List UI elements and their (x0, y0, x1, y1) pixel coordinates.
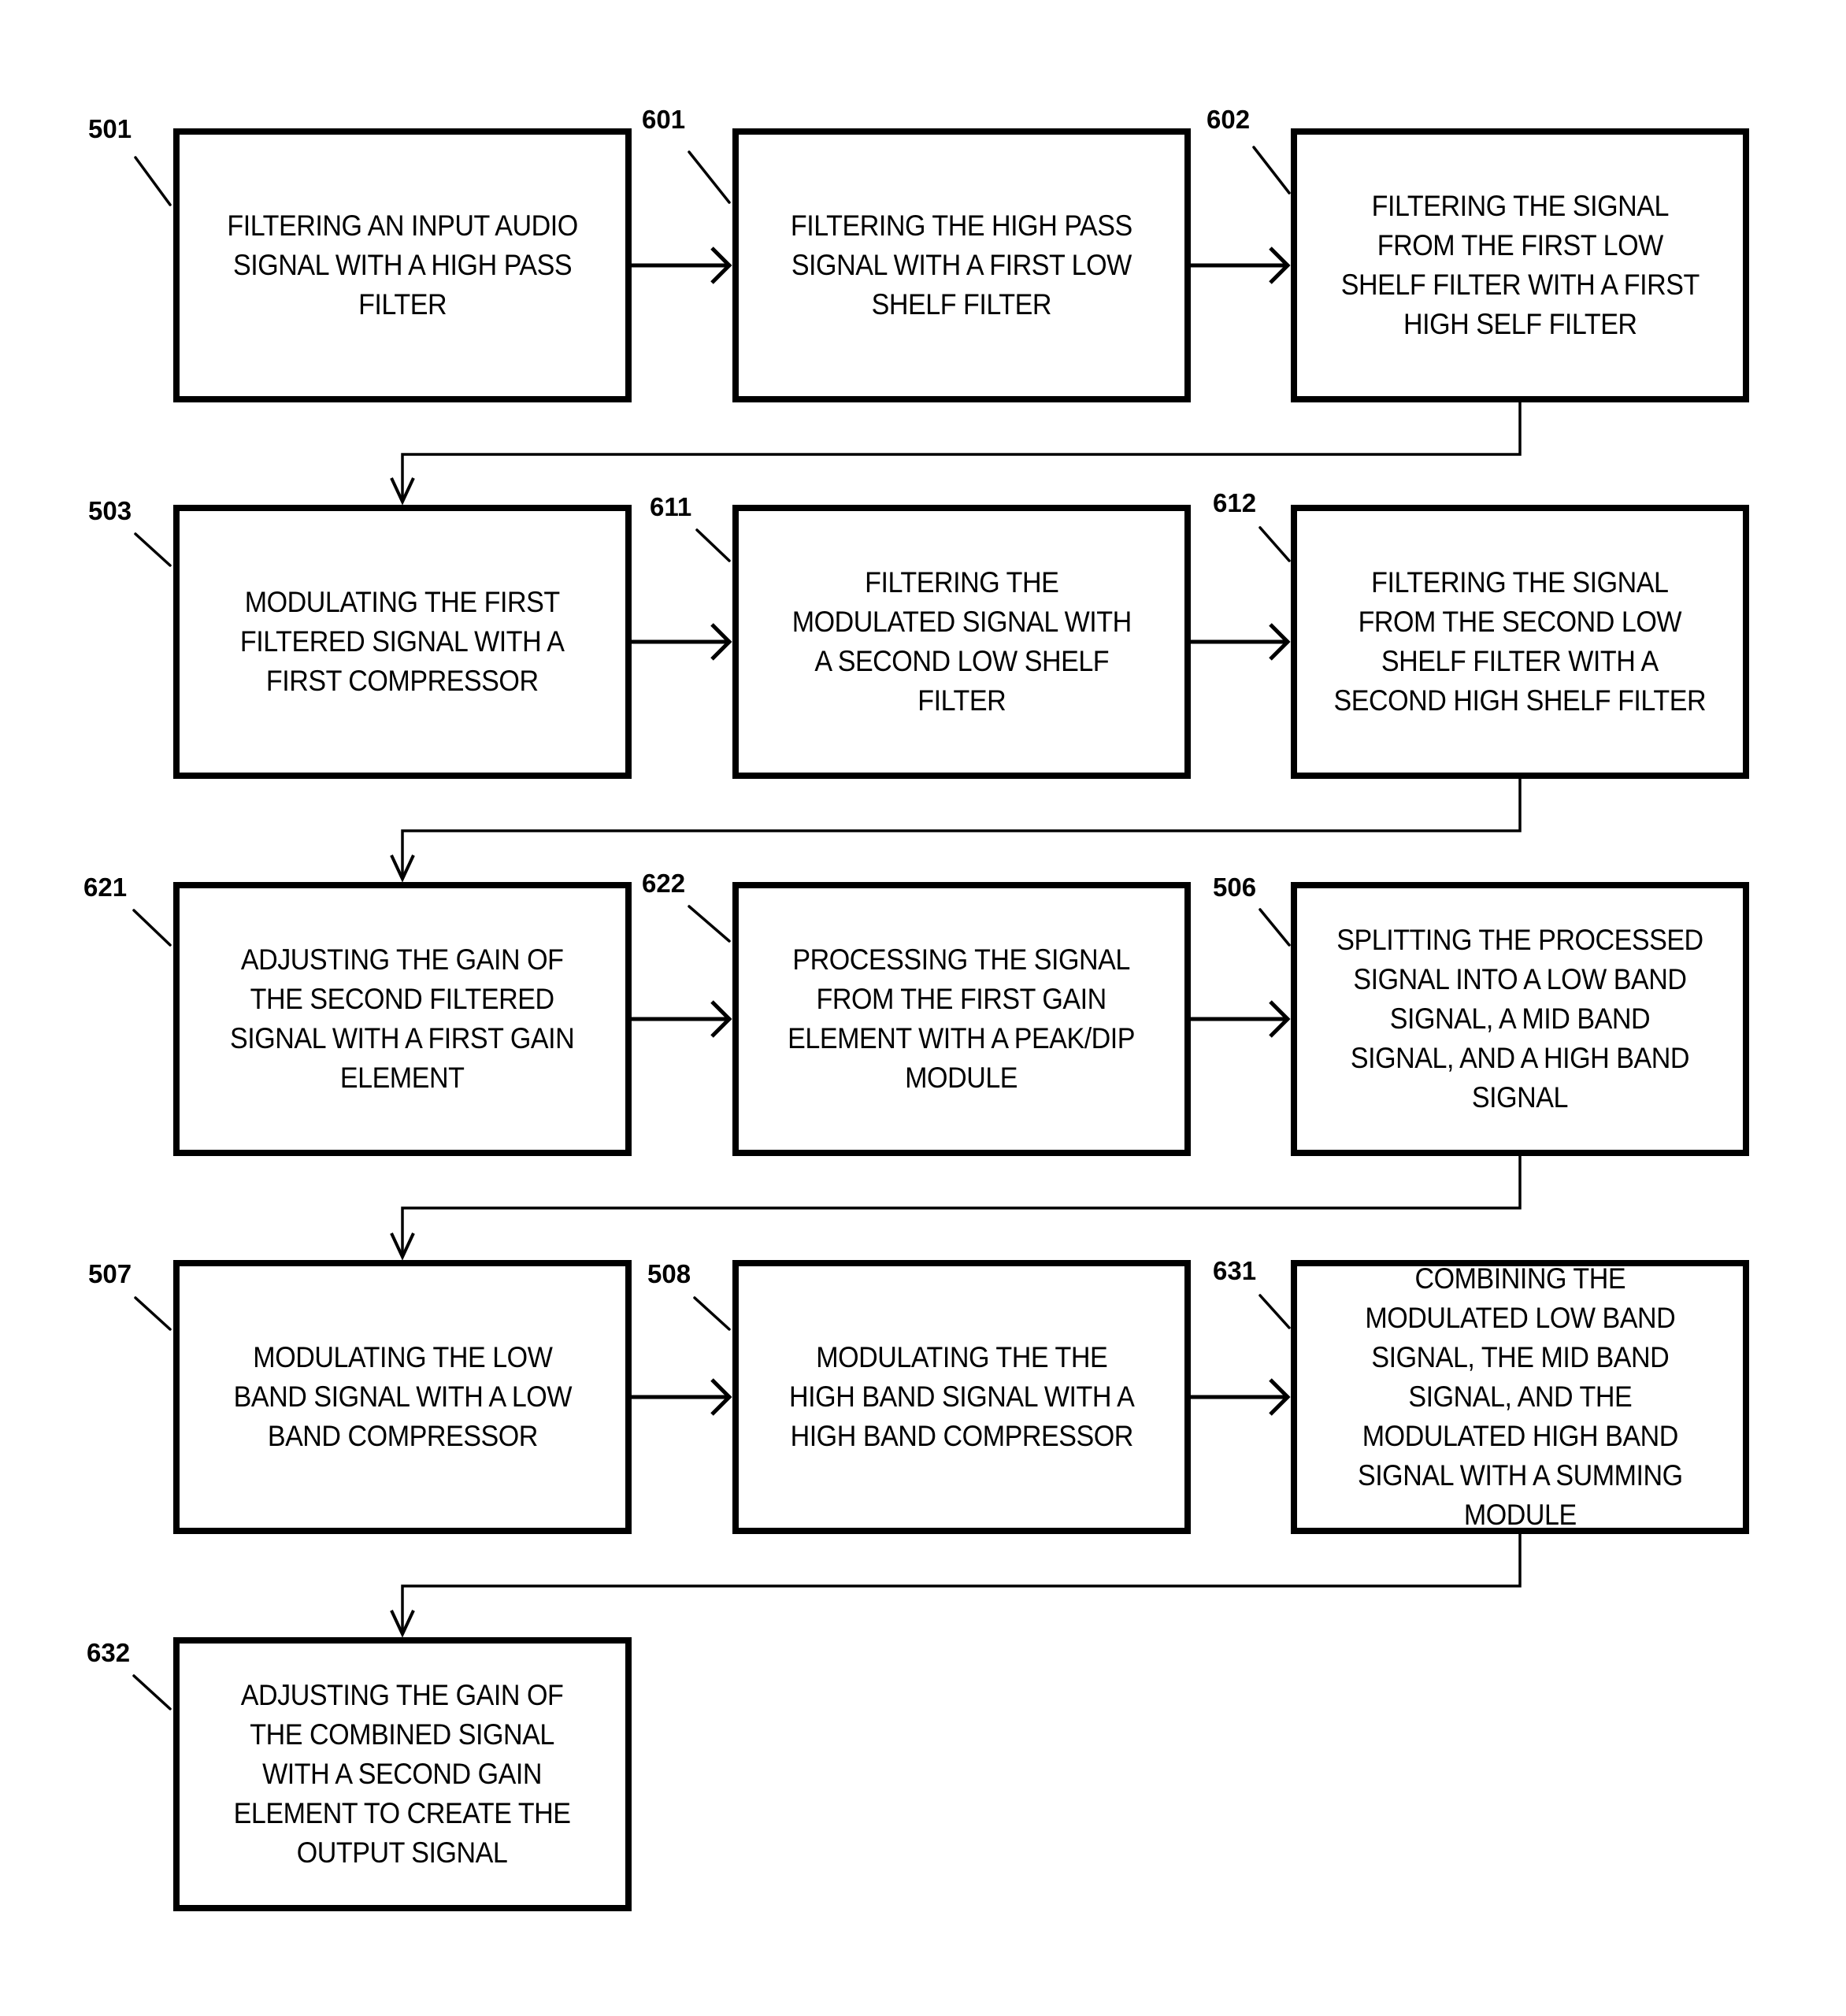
leader-line (695, 528, 731, 562)
leader-line (1252, 146, 1291, 195)
step-text: FILTERING THE SIGNAL FROM THE FIRST LOW … (1340, 190, 1700, 340)
ref-label-602: 602 (1207, 105, 1251, 134)
ref-label-601: 601 (642, 105, 686, 134)
step-box-508: MODULATING THE THE HIGH BAND SIGNAL WITH… (732, 1260, 1191, 1534)
return-connector-line (401, 402, 1522, 502)
leader-line (134, 156, 172, 206)
ref-label-622: 622 (642, 869, 686, 898)
step-text: SPLITTING THE PROCESSED SIGNAL INTO A LO… (1336, 924, 1703, 1114)
step-text: COMBINING THE MODULATED LOW BAND SIGNAL,… (1357, 1262, 1683, 1531)
leader-line (1258, 908, 1291, 947)
step-box-631: COMBINING THE MODULATED LOW BAND SIGNAL,… (1291, 1260, 1749, 1534)
step-text: FILTERING THE HIGH PASS SIGNAL WITH A FI… (791, 209, 1132, 321)
leader-line (132, 1674, 172, 1710)
leader-line (134, 532, 172, 567)
step-text: FILTERING THE SIGNAL FROM THE SECOND LOW… (1333, 566, 1707, 717)
step-box-506: SPLITTING THE PROCESSED SIGNAL INTO A LO… (1291, 882, 1749, 1156)
step-box-611: FILTERING THE MODULATED SIGNAL WITH A SE… (732, 505, 1191, 779)
leader-line (134, 1296, 172, 1331)
step-text: FILTERING THE MODULATED SIGNAL WITH A SE… (791, 566, 1132, 717)
ref-label-508: 508 (647, 1259, 691, 1288)
leader-line (1258, 1294, 1291, 1329)
ref-label-611: 611 (650, 492, 692, 521)
return-connector-line (401, 779, 1522, 879)
step-text: MODULATING THE LOW BAND SIGNAL WITH A LO… (233, 1341, 572, 1452)
ref-label-506: 506 (1213, 873, 1257, 902)
step-text: ADJUSTING THE GAIN OF THE SECOND FILTERE… (230, 943, 575, 1094)
leader-line (693, 1296, 731, 1331)
step-box-612: FILTERING THE SIGNAL FROM THE SECOND LOW… (1291, 505, 1749, 779)
flowchart-canvas: FILTERING AN INPUT AUDIO SIGNAL WITH A H… (0, 0, 1846, 2016)
ref-label-621: 621 (83, 873, 128, 902)
leader-line (688, 905, 731, 943)
step-box-601: FILTERING THE HIGH PASS SIGNAL WITH A FI… (732, 128, 1191, 402)
step-text: MODULATING THE THE HIGH BAND SIGNAL WITH… (788, 1341, 1135, 1452)
step-box-602: FILTERING THE SIGNAL FROM THE FIRST LOW … (1291, 128, 1749, 402)
return-connector-line (401, 1156, 1522, 1257)
ref-label-507: 507 (88, 1259, 132, 1288)
step-box-632: ADJUSTING THE GAIN OF THE COMBINED SIGNA… (173, 1637, 632, 1911)
ref-label-501: 501 (88, 114, 132, 143)
step-box-507: MODULATING THE LOW BAND SIGNAL WITH A LO… (173, 1260, 632, 1534)
step-text: ADJUSTING THE GAIN OF THE COMBINED SIGNA… (234, 1679, 571, 1869)
ref-label-612: 612 (1213, 488, 1257, 517)
step-box-503: MODULATING THE FIRST FILTERED SIGNAL WIT… (173, 505, 632, 779)
leader-line (1258, 526, 1291, 562)
ref-label-632: 632 (87, 1638, 131, 1667)
step-box-621: ADJUSTING THE GAIN OF THE SECOND FILTERE… (173, 882, 632, 1156)
step-box-501: FILTERING AN INPUT AUDIO SIGNAL WITH A H… (173, 128, 632, 402)
step-text: PROCESSING THE SIGNAL FROM THE FIRST GAI… (788, 943, 1136, 1094)
step-text: MODULATING THE FIRST FILTERED SIGNAL WIT… (240, 586, 565, 697)
step-text: FILTERING AN INPUT AUDIO SIGNAL WITH A H… (227, 209, 578, 321)
ref-label-503: 503 (88, 496, 132, 525)
ref-label-631: 631 (1213, 1256, 1257, 1285)
leader-line (688, 150, 731, 204)
step-box-622: PROCESSING THE SIGNAL FROM THE FIRST GAI… (732, 882, 1191, 1156)
leader-line (132, 909, 172, 947)
return-connector-line (401, 1534, 1522, 1634)
